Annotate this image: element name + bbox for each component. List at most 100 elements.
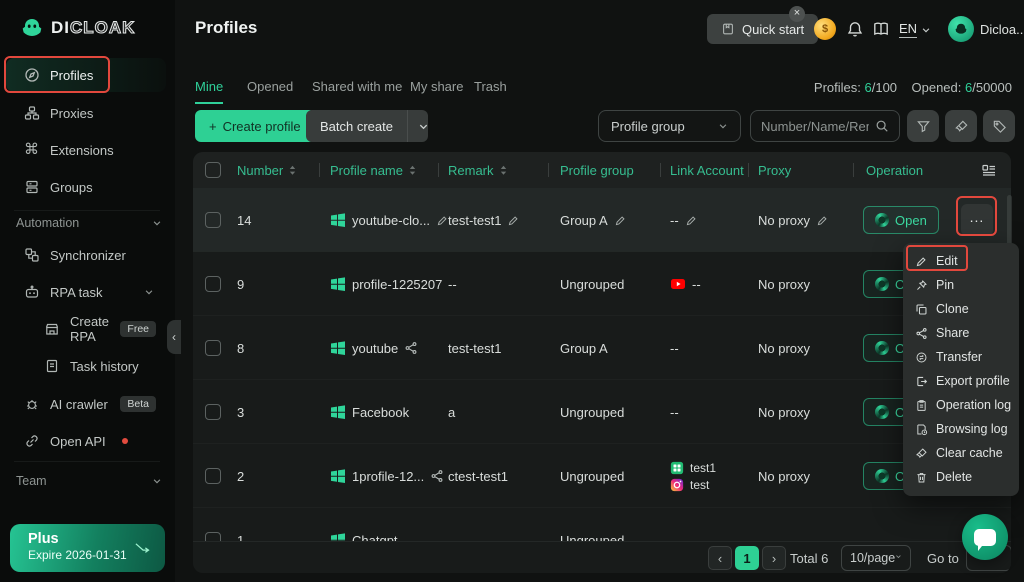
sidebar-section-automation[interactable]: Automation (16, 216, 162, 230)
menu-item-delete[interactable]: Delete (903, 465, 1019, 489)
sidebar-item-label: Task history (70, 358, 139, 374)
beta-badge: Beta (120, 396, 156, 412)
close-icon[interactable]: × (789, 6, 805, 22)
column-proxy: Proxy (758, 162, 792, 178)
table-row[interactable]: 3 Facebook a Ungrouped -- No proxy Open (193, 380, 1011, 444)
more-actions-button[interactable]: ... (961, 204, 993, 236)
row-number: 14 (237, 212, 252, 228)
row-checkbox[interactable] (205, 404, 221, 420)
tab-opened[interactable]: Opened (247, 79, 293, 102)
sidebar-item-rpa-task[interactable]: RPA task (6, 275, 166, 309)
edit-pencil-icon[interactable] (614, 214, 627, 227)
profile-name: youtube (352, 340, 399, 356)
prev-page-button[interactable]: ‹ (708, 546, 732, 570)
sort-icon[interactable] (288, 164, 297, 176)
sidebar-item-label: Synchronizer (50, 247, 126, 263)
plus-subscription-card[interactable]: Plus Expire 2026-01-31 (10, 524, 165, 572)
search-input[interactable] (761, 118, 869, 134)
sidebar-item-profiles[interactable]: Profiles (6, 58, 166, 92)
chat-support-button[interactable] (962, 514, 1008, 560)
browser-orb-icon (875, 405, 889, 419)
windows-icon (330, 468, 346, 484)
per-page-select[interactable]: 10/page (841, 545, 911, 571)
row-checkbox[interactable] (205, 276, 221, 292)
sidebar-item-task-history[interactable]: Task history (6, 349, 166, 383)
menu-item-clear-cache[interactable]: Clear cache (903, 441, 1019, 465)
row-checkbox[interactable] (205, 340, 221, 356)
edit-pencil-icon[interactable] (685, 214, 698, 227)
bell-icon[interactable] (846, 20, 864, 38)
windows-icon (330, 340, 346, 356)
sidebar-item-proxies[interactable]: Proxies (6, 96, 166, 130)
next-page-button[interactable]: › (762, 546, 786, 570)
docs-book-icon[interactable] (872, 20, 890, 38)
share-nodes-icon (915, 327, 928, 340)
row-checkbox[interactable] (205, 468, 221, 484)
instagram-icon (670, 478, 684, 492)
remark: -- (448, 276, 457, 292)
sidebar-item-extensions[interactable]: ⌘ Extensions (6, 133, 166, 167)
tab-my-share[interactable]: My share (410, 79, 463, 102)
column-operation: Operation (866, 162, 924, 178)
select-all-checkbox[interactable] (205, 162, 221, 178)
tab-shared-with-me[interactable]: Shared with me (312, 79, 402, 102)
row-checkbox[interactable] (205, 212, 221, 228)
column-settings-icon[interactable] (981, 162, 997, 178)
table-scrollbar[interactable] (1007, 195, 1012, 250)
language-selector[interactable]: EN (899, 21, 931, 38)
menu-item-pin[interactable]: Pin (903, 273, 1019, 297)
table-row[interactable]: 14 youtube-clo... test-test1 Group A -- … (193, 188, 1011, 252)
column-profile-name[interactable]: Profile name (330, 152, 417, 188)
pencil-icon (915, 255, 928, 268)
compass-icon (24, 67, 40, 83)
table-row[interactable]: 9 profile-1225207 -- Ungrouped -- No pro… (193, 252, 1011, 316)
chevron-down-icon (921, 25, 931, 35)
sort-icon[interactable] (408, 164, 417, 176)
api-link-icon (24, 433, 40, 449)
chevron-down-icon (718, 121, 728, 131)
menu-item-browsing-log[interactable]: Browsing log (903, 417, 1019, 441)
search-icon (875, 119, 889, 133)
table-row[interactable]: 8 youtube test-test1 Group A -- No proxy… (193, 316, 1011, 380)
menu-item-operation-log[interactable]: Operation log (903, 393, 1019, 417)
table-row[interactable]: 2 1profile-12... ctest-test1 Ungrouped t… (193, 444, 1011, 508)
table-header: Number Profile name Remark Profile group… (193, 152, 1011, 188)
plus-icon: + (209, 118, 217, 134)
sort-icon[interactable] (499, 164, 508, 176)
filter-button[interactable] (907, 110, 939, 142)
proxy-network-icon (24, 105, 40, 121)
clear-cache-button[interactable] (945, 110, 977, 142)
row-number: 9 (237, 276, 245, 292)
menu-item-export-profile[interactable]: Export profile (903, 369, 1019, 393)
sidebar-item-open-api[interactable]: Open API (6, 424, 166, 458)
column-link-account: Link Account (670, 162, 744, 178)
chevron-down-icon (408, 121, 428, 131)
coin-icon[interactable]: $ (814, 18, 836, 40)
column-remark[interactable]: Remark (448, 152, 508, 188)
tab-mine[interactable]: Mine (195, 79, 224, 104)
sidebar-item-groups[interactable]: Groups (6, 170, 166, 204)
edit-pencil-icon[interactable] (507, 214, 520, 227)
avatar[interactable] (948, 16, 974, 42)
profile-group-select[interactable]: Profile group (598, 110, 741, 142)
batch-create-button[interactable]: Batch create (306, 110, 428, 142)
sidebar-item-ai-crawler[interactable]: AI crawler Beta (6, 387, 166, 421)
menu-item-transfer[interactable]: Transfer (903, 345, 1019, 369)
crawler-bug-icon (24, 396, 40, 412)
menu-item-clone[interactable]: Clone (903, 297, 1019, 321)
tab-trash[interactable]: Trash (474, 79, 507, 102)
current-page-button[interactable]: 1 (735, 546, 759, 570)
column-divider (660, 163, 661, 177)
menu-item-share[interactable]: Share (903, 321, 1019, 345)
open-profile-button[interactable]: Open (863, 206, 939, 234)
edit-pencil-icon[interactable] (816, 214, 829, 227)
menu-item-edit[interactable]: Edit (903, 249, 1019, 273)
sidebar-item-synchronizer[interactable]: Synchronizer (6, 238, 166, 272)
create-profile-button[interactable]: + Create profile (195, 110, 315, 142)
sidebar-collapse-handle[interactable]: ‹ (167, 320, 181, 354)
brush-icon (954, 119, 969, 134)
tags-button[interactable] (983, 110, 1015, 142)
sidebar-item-create-rpa[interactable]: Create RPA Free (6, 312, 166, 346)
sidebar-section-team[interactable]: Team (16, 474, 162, 488)
column-number[interactable]: Number (237, 152, 297, 188)
